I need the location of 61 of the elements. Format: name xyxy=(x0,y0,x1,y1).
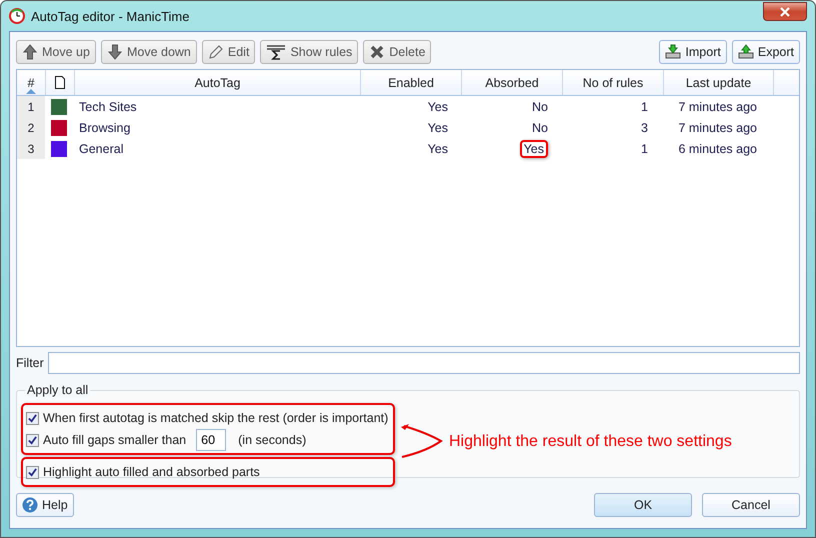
filter-field[interactable] xyxy=(48,352,800,374)
table-cell: Tech Sites xyxy=(79,100,137,114)
column-header[interactable]: Enabled xyxy=(361,70,462,95)
table-cell: No xyxy=(532,100,548,114)
table-cell: Yes xyxy=(428,120,448,134)
checkbox[interactable] xyxy=(26,466,39,478)
ok-button[interactable]: OK xyxy=(594,493,692,517)
column-header[interactable]: No of rules xyxy=(563,70,664,95)
table-cell: Browsing xyxy=(79,120,130,134)
filter-label: Filter xyxy=(16,356,44,370)
delete-icon xyxy=(369,44,386,60)
annotation-text: Highlight the result of these two settings xyxy=(449,433,732,451)
number-field[interactable]: 60 xyxy=(196,429,226,451)
checkbox-label: Highlight auto filled and absorbed parts xyxy=(43,465,260,479)
table-cell: 3 xyxy=(641,120,648,134)
table-cell: Yes xyxy=(428,100,448,114)
close-button[interactable] xyxy=(763,2,807,21)
table-cell: No xyxy=(532,120,548,134)
row-number: 3 xyxy=(17,138,45,159)
import-icon xyxy=(665,44,682,60)
checkbox[interactable] xyxy=(26,412,39,424)
callout-arrow xyxy=(399,421,445,461)
toolbar-button[interactable]: Show rules xyxy=(260,40,358,64)
table-cell: General xyxy=(79,142,124,156)
checkbox[interactable] xyxy=(26,434,39,446)
column-header[interactable]: Last update xyxy=(664,70,774,95)
toolbar-button[interactable]: Export xyxy=(732,40,800,64)
arrow-down-icon xyxy=(106,44,123,60)
table-cell: 6 minutes ago xyxy=(678,142,757,156)
window-title: AutoTag editor - ManicTime xyxy=(31,8,190,24)
toolbar-button[interactable]: Move up xyxy=(16,40,96,64)
document-icon xyxy=(55,76,65,89)
help-button[interactable]: Help xyxy=(16,493,74,517)
cancel-button[interactable]: Cancel xyxy=(702,493,800,517)
help-icon xyxy=(22,497,38,513)
close-icon xyxy=(780,6,790,16)
column-header[interactable]: # xyxy=(17,70,46,95)
row-number: 2 xyxy=(17,117,45,138)
table-cell: Yes xyxy=(520,140,548,158)
column-header[interactable]: Absorbed xyxy=(462,70,563,95)
column-header[interactable]: AutoTag xyxy=(75,70,361,95)
sort-icon xyxy=(26,89,36,94)
unit-label: (in seconds) xyxy=(238,433,306,447)
export-icon xyxy=(738,44,754,60)
row-number: 1 xyxy=(17,96,45,117)
toolbar-button[interactable]: Edit xyxy=(202,40,256,64)
toolbar-button[interactable]: Move down xyxy=(100,40,197,64)
table-cell: 1 xyxy=(641,142,648,156)
arrow-up-icon xyxy=(22,44,38,60)
checkbox-label: Auto fill gaps smaller than xyxy=(43,433,186,447)
app-icon xyxy=(9,8,25,24)
pencil-icon xyxy=(208,44,224,60)
toolbar-button[interactable]: Delete xyxy=(363,40,432,64)
table-cell: 7 minutes ago xyxy=(678,120,757,134)
toolbar-button[interactable]: Import xyxy=(659,40,727,64)
table-cell: Yes xyxy=(428,142,448,156)
table-cell: 1 xyxy=(641,100,648,114)
group-title: Apply to all xyxy=(25,383,90,397)
table-cell: 7 minutes ago xyxy=(678,100,757,114)
checkbox-label: When first autotag is matched skip the rest (order is important) xyxy=(43,411,388,425)
sigma-table-icon xyxy=(266,44,286,60)
